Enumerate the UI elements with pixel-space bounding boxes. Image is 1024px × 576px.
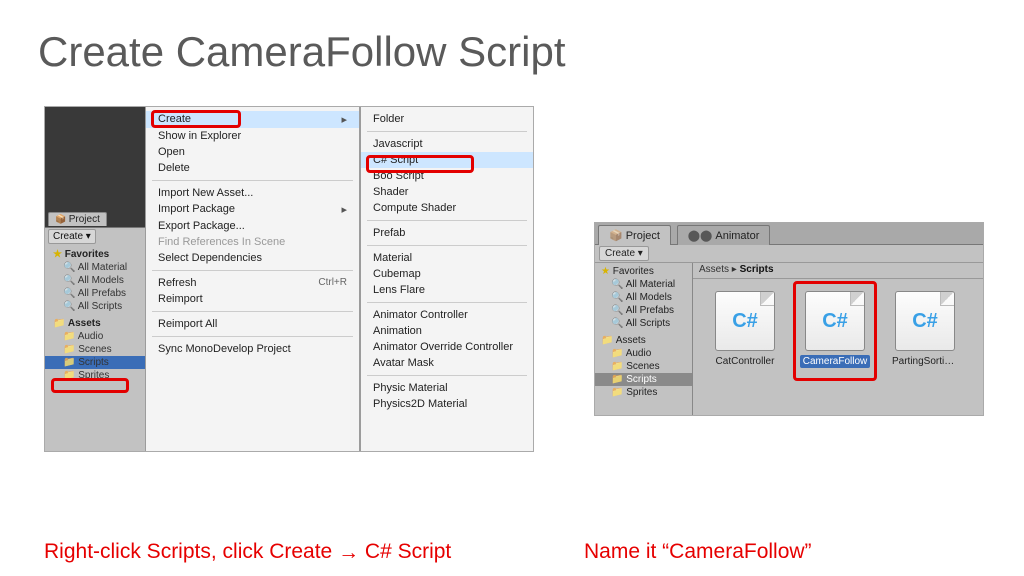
project-tree: Favorites All Material All Models All Pr…	[595, 263, 693, 415]
menu-item[interactable]: Select Dependencies	[146, 250, 359, 266]
menu-item[interactable]: Compute Shader	[361, 200, 533, 216]
menu-item[interactable]: Delete	[146, 160, 359, 176]
menu-item[interactable]: Physic Material	[361, 380, 533, 396]
menu-item[interactable]: Sync MonoDevelop Project	[146, 341, 359, 357]
asset-label[interactable]: CameraFollow	[800, 355, 870, 368]
menu-item[interactable]: Import Package▸	[146, 201, 359, 218]
menu-item[interactable]: RefreshCtrl+R	[146, 275, 359, 291]
asset-folder[interactable]: Sprites	[595, 386, 692, 399]
menu-item[interactable]: C# Script	[361, 152, 533, 168]
create-button[interactable]: Create ▾	[48, 229, 96, 244]
menu-item[interactable]: Export Package...	[146, 218, 359, 234]
figure-right: 📦Project ⬤⬤Animator Create ▾ Favorites A…	[594, 222, 984, 416]
asset-folder[interactable]: Audio	[595, 347, 692, 360]
menu-item[interactable]: Reimport	[146, 291, 359, 307]
asset-label[interactable]: CatController	[713, 355, 778, 368]
favorites-header[interactable]: Favorites	[595, 265, 692, 278]
menu-item: Find References In Scene	[146, 234, 359, 250]
menu-item[interactable]: Material	[361, 250, 533, 266]
asset-folder[interactable]: Scenes	[45, 343, 145, 356]
breadcrumb[interactable]: Assets ▸ Scripts	[693, 263, 983, 279]
slide-title: Create CameraFollow Script	[0, 0, 1024, 76]
menu-separator	[152, 311, 353, 312]
asset-label[interactable]: PartingSortin…	[889, 355, 961, 368]
asset-folder[interactable]: Scenes	[595, 360, 692, 373]
tab-animator[interactable]: ⬤⬤Animator	[677, 225, 771, 245]
menu-separator	[152, 180, 353, 181]
project-panel: Project Create ▾ Favorites All Material …	[45, 227, 145, 451]
csharp-icon	[895, 291, 955, 351]
menu-item[interactable]: Cubemap	[361, 266, 533, 282]
asset-folder[interactable]: Sprites	[45, 369, 145, 382]
chevron-right-icon: ▸	[341, 203, 347, 216]
menu-separator	[367, 245, 527, 246]
menu-item[interactable]: Physics2D Material	[361, 396, 533, 412]
menu-item[interactable]: Animator Override Controller	[361, 339, 533, 355]
assets-header[interactable]: Assets	[595, 334, 692, 347]
menu-item[interactable]: Boo Script	[361, 168, 533, 184]
menu-separator	[152, 270, 353, 271]
fav-item[interactable]: All Prefabs	[595, 304, 692, 317]
fav-item[interactable]: All Models	[595, 291, 692, 304]
tab-project[interactable]: Project	[48, 212, 107, 226]
editor-dark-bg	[45, 107, 145, 227]
context-menu: Create▸Show in ExplorerOpenDelete Import …	[145, 107, 360, 451]
menu-item[interactable]: Avatar Mask	[361, 355, 533, 371]
menu-separator	[367, 375, 527, 376]
script-asset[interactable]: CameraFollow	[799, 291, 871, 405]
menu-item[interactable]: Lens Flare	[361, 282, 533, 298]
asset-folder-scripts[interactable]: Scripts	[595, 373, 692, 386]
menu-item[interactable]: Prefab	[361, 225, 533, 241]
menu-item[interactable]: Import New Asset...	[146, 185, 359, 201]
fav-item[interactable]: All Prefabs	[45, 287, 145, 300]
figure-left: Project Create ▾ Favorites All Material …	[44, 106, 534, 452]
fav-item[interactable]: All Scripts	[595, 317, 692, 330]
create-button[interactable]: Create ▾	[599, 246, 649, 261]
csharp-icon	[805, 291, 865, 351]
assets-header[interactable]: Assets	[45, 317, 145, 330]
asset-folder-scripts[interactable]: Scripts	[45, 356, 145, 369]
create-submenu: Folder JavascriptC# ScriptBoo ScriptShade…	[360, 107, 533, 451]
menu-item[interactable]: Open	[146, 144, 359, 160]
toolbar: Create ▾	[595, 245, 983, 263]
fav-item[interactable]: All Material	[45, 261, 145, 274]
menu-separator	[152, 336, 353, 337]
menu-item[interactable]: Javascript	[361, 136, 533, 152]
menu-item[interactable]: Show in Explorer	[146, 128, 359, 144]
tab-bar: 📦Project ⬤⬤Animator	[595, 223, 983, 245]
fav-item[interactable]: All Scripts	[45, 300, 145, 313]
tab-project[interactable]: 📦Project	[598, 225, 671, 245]
menu-item[interactable]: Reimport All	[146, 316, 359, 332]
assets-pane: Assets ▸ Scripts CatController CameraFoll…	[693, 263, 983, 415]
menu-separator	[367, 302, 527, 303]
menu-item[interactable]: Shader	[361, 184, 533, 200]
caption-left: Right-click Scripts, click Create → C# S…	[44, 540, 514, 564]
fav-item[interactable]: All Material	[595, 278, 692, 291]
menu-separator	[367, 131, 527, 132]
caption-right: Name it “CameraFollow”	[584, 540, 812, 564]
chevron-right-icon: ▸	[341, 113, 347, 126]
project-tree: Favorites All Material All Models All Pr…	[45, 248, 145, 451]
fav-item[interactable]: All Models	[45, 274, 145, 287]
menu-item[interactable]: Animation	[361, 323, 533, 339]
csharp-icon	[715, 291, 775, 351]
menu-separator	[367, 220, 527, 221]
menu-item[interactable]: Folder	[361, 111, 533, 127]
menu-item[interactable]: Animator Controller	[361, 307, 533, 323]
arrow-right-icon: →	[338, 541, 359, 565]
favorites-header[interactable]: Favorites	[45, 248, 145, 261]
asset-folder[interactable]: Audio	[45, 330, 145, 343]
script-asset[interactable]: CatController	[709, 291, 781, 405]
script-asset[interactable]: PartingSortin…	[889, 291, 961, 405]
menu-item[interactable]: Create▸	[146, 111, 359, 128]
